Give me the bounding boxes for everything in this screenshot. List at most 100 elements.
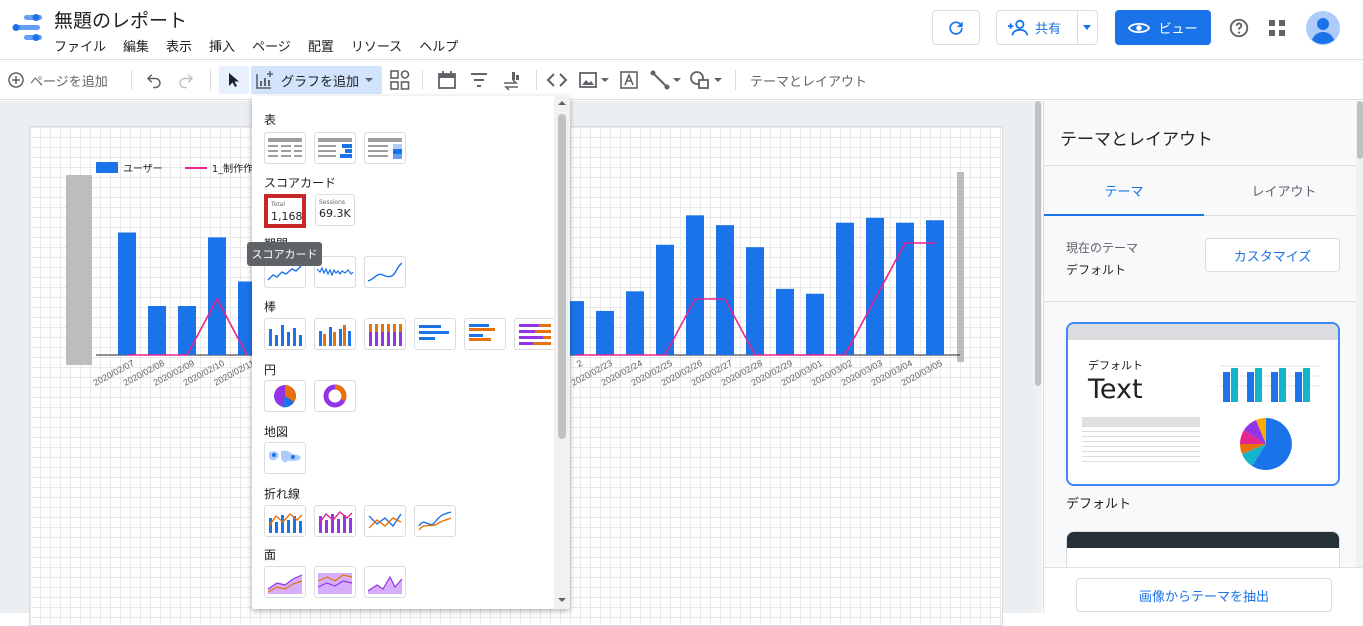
panel-scrollbar[interactable] [1356, 101, 1363, 567]
chart-option-column[interactable] [264, 318, 306, 350]
shape-button[interactable] [689, 66, 722, 94]
share-button[interactable]: 共有 [996, 10, 1098, 45]
view-button[interactable]: ビュー [1115, 10, 1211, 45]
theme-name-default: デフォルト [1066, 497, 1132, 512]
add-chart-menu-scrollbar[interactable] [554, 96, 570, 609]
section-table: 表 [264, 113, 277, 127]
line-button[interactable] [650, 66, 681, 94]
scorecard-total-value: 1,168 [271, 210, 303, 223]
canvas-scrollbar-thumb[interactable] [1035, 101, 1041, 386]
chart-option-donut[interactable] [314, 380, 356, 412]
extract-theme-button[interactable]: 画像からテーマを抽出 [1076, 578, 1332, 612]
bar-left-1[interactable] [148, 306, 166, 355]
heatmap-table-icon [368, 138, 402, 159]
chart-option-scorecard-compact[interactable]: Sessions 69.3K [315, 194, 355, 226]
chart-option-geo-map[interactable] [264, 442, 306, 474]
panel-title: テーマとレイアウト [1060, 130, 1213, 150]
community-viz-button[interactable] [389, 66, 411, 94]
help-icon[interactable] [1228, 17, 1250, 39]
panel-scrollbar-thumb[interactable] [1357, 101, 1363, 159]
theme-layout-panel: テーマとレイアウト テーマ レイアウト 現在のテーマ デフォルト カスタマイズ … [1043, 101, 1363, 613]
theme-layout-button[interactable]: テーマとレイアウト [750, 66, 867, 94]
data-control-icon [504, 72, 519, 90]
scroll-down-arrow-icon[interactable] [558, 598, 566, 602]
theme-card-dark-header [1067, 532, 1339, 548]
filter-control-button[interactable] [469, 66, 489, 94]
bar-right-8[interactable] [806, 293, 824, 355]
section-bar: 棒 [264, 300, 277, 314]
chart-option-smoothed-line-2[interactable] [414, 505, 456, 537]
canvas-scrollbar[interactable] [1034, 101, 1042, 613]
bar-right-7[interactable] [776, 288, 794, 355]
menu-page[interactable]: ページ [252, 36, 291, 55]
chart-option-table-bars[interactable] [314, 132, 356, 164]
tab-theme[interactable]: テーマ [1044, 166, 1204, 216]
add-chart-menu-scrollbar-thumb[interactable] [558, 114, 566, 439]
url-embed-button[interactable] [546, 66, 568, 94]
text-box-button[interactable] [619, 66, 639, 94]
refresh-button[interactable] [932, 10, 980, 45]
undo-button[interactable] [145, 66, 163, 94]
bar-right-3[interactable] [656, 244, 674, 355]
tab-layout[interactable]: レイアウト [1204, 166, 1363, 216]
redo-button[interactable] [177, 66, 195, 94]
chart-option-scorecard[interactable]: Total 1,168 [264, 194, 306, 228]
menu-edit[interactable]: 編集 [123, 36, 149, 55]
bar-right-6[interactable] [746, 247, 764, 355]
filter-icon [471, 73, 487, 87]
chart-option-grouped-column[interactable] [314, 318, 356, 350]
section-divider [1044, 301, 1363, 302]
shape-menu-arrow-icon [714, 78, 722, 82]
bar-right-4[interactable] [686, 215, 704, 355]
add-page-button[interactable]: ページを追加 [8, 66, 108, 94]
menu-view[interactable]: 表示 [166, 36, 192, 55]
table-icon [268, 138, 302, 157]
chart-option-table[interactable] [264, 132, 306, 164]
chart-option-bar[interactable] [414, 318, 456, 350]
data-control-button[interactable] [502, 66, 522, 94]
bar-right-2[interactable] [626, 291, 644, 355]
menu-help[interactable]: ヘルプ [419, 36, 458, 55]
chart-option-100-area[interactable] [364, 566, 406, 598]
chart-option-combo[interactable] [264, 505, 306, 537]
bar-right-1[interactable] [596, 310, 614, 355]
chart-option-stacked-column[interactable] [364, 318, 406, 350]
tab-theme-label: テーマ [1104, 184, 1144, 200]
report-title[interactable]: 無題のレポート [54, 6, 187, 33]
current-theme-value: デフォルト [1066, 263, 1127, 277]
menu-arrange[interactable]: 配置 [308, 36, 334, 55]
select-tool-button[interactable] [219, 66, 249, 94]
bar-right-9[interactable] [836, 222, 854, 355]
data-studio-logo[interactable] [10, 13, 42, 43]
customize-button[interactable]: カスタマイズ [1205, 238, 1340, 272]
chart-option-table-heatmap[interactable] [364, 132, 406, 164]
bar-left-2[interactable] [178, 306, 196, 355]
bar-left-3[interactable] [208, 237, 226, 355]
scroll-up-arrow-icon[interactable] [558, 101, 566, 105]
share-label: 共有 [1035, 22, 1062, 37]
bar-left-0[interactable] [118, 232, 136, 356]
apps-grid-icon[interactable] [1268, 19, 1286, 37]
chart-option-line[interactable] [364, 505, 406, 537]
section-map: 地図 [264, 425, 289, 439]
grouped-column-icon [319, 325, 351, 346]
bar-right-12[interactable] [926, 220, 944, 355]
smoothed-line-icon [418, 511, 452, 531]
chart-option-pie[interactable] [264, 380, 306, 412]
menu-file[interactable]: ファイル [54, 36, 106, 55]
chart-option-smoothed-line[interactable] [364, 256, 406, 288]
add-chart-button[interactable]: グラフを追加 [251, 66, 382, 94]
menu-insert[interactable]: 挿入 [209, 36, 235, 55]
chart-option-stacked-area[interactable] [314, 566, 356, 598]
chart-option-grouped-bar[interactable] [464, 318, 506, 350]
avatar[interactable] [1306, 11, 1340, 45]
image-button[interactable] [578, 66, 609, 94]
chart-option-stacked-bar[interactable] [514, 318, 556, 350]
menu-resource[interactable]: リソース [351, 36, 402, 55]
chart-option-area[interactable] [264, 566, 306, 598]
bar-right-5[interactable] [716, 225, 734, 355]
theme-card-default[interactable]: デフォルト Text [1066, 322, 1340, 486]
date-range-button[interactable] [437, 66, 457, 94]
share-menu-arrow-icon[interactable] [1083, 25, 1091, 30]
chart-option-stacked-combo[interactable] [314, 505, 356, 537]
